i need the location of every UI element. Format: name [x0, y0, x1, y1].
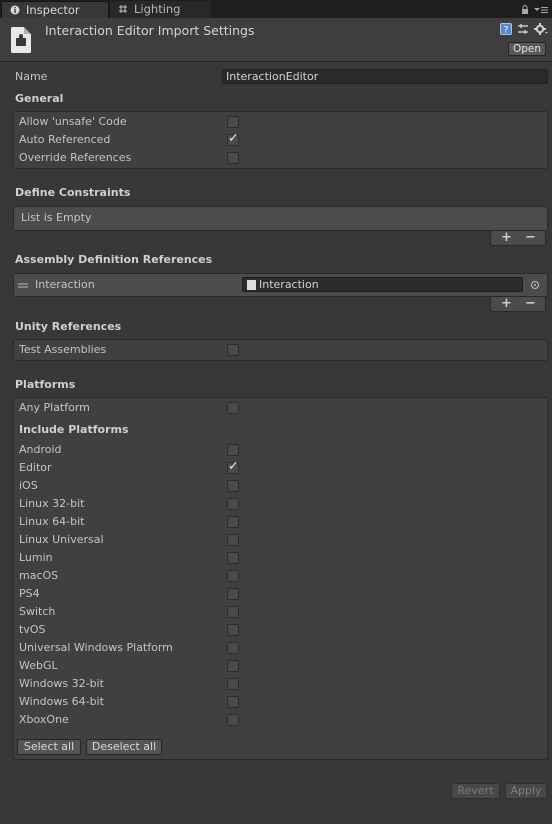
page-title: Interaction Editor Import Settings — [45, 23, 255, 38]
tab-inspector-label: Inspector — [26, 3, 80, 17]
platform-label-android: Android — [19, 443, 62, 456]
platform-label-ps4: PS4 — [19, 587, 40, 600]
platform-checkbox-editor[interactable]: ✓ — [227, 459, 239, 474]
platform-checkbox-ios[interactable] — [227, 480, 239, 492]
preset-icon[interactable] — [517, 23, 529, 35]
list-empty-text: List is Empty — [21, 211, 92, 224]
remove-reference-button[interactable]: − — [525, 296, 536, 311]
deselect-all-button[interactable]: Deselect all — [86, 739, 162, 755]
tab-lighting[interactable]: Lighting — [110, 1, 210, 18]
menu-icon[interactable] — [534, 6, 548, 14]
platform-label-macos: macOS — [19, 569, 59, 582]
add-reference-button[interactable]: + — [501, 296, 512, 311]
apply-button[interactable]: Apply — [505, 783, 547, 799]
name-field[interactable]: InteractionEditor — [222, 69, 548, 84]
platform-label-linux-universal: Linux Universal — [19, 533, 104, 546]
platform-label-editor: Editor — [19, 461, 52, 474]
test-assemblies-label: Test Assemblies — [19, 343, 107, 356]
platform-checkbox-webgl[interactable] — [227, 660, 239, 672]
include-platforms-heading: Include Platforms — [19, 423, 129, 436]
platform-checkbox-lumin[interactable] — [227, 552, 239, 564]
any-platform-checkbox[interactable] — [227, 402, 239, 414]
define-constraints-list — [13, 206, 548, 231]
inspector-header: Interaction Editor Import Settings ? Ope… — [0, 18, 552, 62]
any-platform-label: Any Platform — [19, 401, 90, 414]
tab-inspector[interactable]: Inspector — [1, 1, 109, 18]
platform-checkbox-windows64[interactable] — [227, 696, 239, 708]
check-icon: ✓ — [228, 459, 239, 474]
platform-checkbox-ps4[interactable] — [227, 588, 239, 600]
platform-checkbox-uwp[interactable] — [227, 642, 239, 654]
assembly-definition-icon — [11, 27, 31, 53]
platform-checkbox-android[interactable] — [227, 444, 239, 456]
gear-icon[interactable] — [534, 23, 548, 35]
assembly-ref-field[interactable]: Interaction — [242, 277, 523, 292]
platform-label-windows32: Windows 32-bit — [19, 677, 104, 690]
platform-label-lumin: Lumin — [19, 551, 53, 564]
platform-checkbox-xboxone[interactable] — [227, 714, 239, 726]
tab-strip: Inspector Lighting — [0, 0, 552, 18]
info-icon — [10, 5, 20, 15]
define-constraints-footer: + − — [490, 230, 546, 246]
platform-label-switch: Switch — [19, 605, 56, 618]
select-all-button[interactable]: Select all — [17, 739, 81, 755]
platform-checkbox-linux32[interactable] — [227, 498, 239, 510]
object-picker-icon[interactable] — [531, 281, 539, 289]
override-references-checkbox[interactable] — [227, 152, 239, 164]
platform-checkbox-tvos[interactable] — [227, 624, 239, 636]
platform-checkbox-macos[interactable] — [227, 570, 239, 582]
open-button[interactable]: Open — [508, 42, 546, 56]
platform-label-linux32: Linux 32-bit — [19, 497, 85, 510]
name-label: Name — [15, 70, 48, 83]
platform-label-uwp: Universal Windows Platform — [19, 641, 173, 654]
platform-label-ios: iOS — [19, 479, 38, 492]
auto-referenced-label: Auto Referenced — [19, 133, 111, 146]
platform-label-windows64: Windows 64-bit — [19, 695, 104, 708]
platform-checkbox-windows32[interactable] — [227, 678, 239, 690]
platform-checkbox-linux-universal[interactable] — [227, 534, 239, 546]
remove-constraint-button[interactable]: − — [525, 230, 536, 245]
tab-lighting-label: Lighting — [134, 2, 181, 16]
override-references-label: Override References — [19, 151, 132, 164]
platforms-heading: Platforms — [15, 378, 76, 391]
drag-handle-icon[interactable] — [18, 283, 28, 288]
platform-checkbox-linux64[interactable] — [227, 516, 239, 528]
add-constraint-button[interactable]: + — [501, 230, 512, 245]
allow-unsafe-label: Allow 'unsafe' Code — [19, 115, 127, 128]
asset-file-icon — [247, 280, 256, 290]
platform-label-webgl: WebGL — [19, 659, 58, 672]
assembly-ref-label: Interaction — [35, 278, 95, 291]
assembly-ref-value: Interaction — [259, 278, 319, 291]
platform-label-xboxone: XboxOne — [19, 713, 69, 726]
assembly-refs-footer: + − — [490, 296, 546, 312]
help-icon[interactable]: ? — [500, 23, 512, 35]
platform-label-tvos: tvOS — [19, 623, 46, 636]
unity-refs-heading: Unity References — [15, 320, 122, 333]
lighting-icon — [119, 5, 127, 13]
allow-unsafe-checkbox[interactable] — [227, 116, 239, 128]
define-constraints-heading: Define Constraints — [15, 186, 131, 199]
auto-referenced-checkbox[interactable]: ✓ — [227, 131, 239, 146]
lock-icon[interactable] — [520, 5, 530, 15]
platform-checkbox-switch[interactable] — [227, 606, 239, 618]
revert-button[interactable]: Revert — [451, 783, 500, 799]
platform-label-linux64: Linux 64-bit — [19, 515, 85, 528]
svg-text:?: ? — [504, 26, 509, 36]
assembly-refs-heading: Assembly Definition References — [15, 253, 213, 266]
check-icon: ✓ — [228, 131, 239, 146]
test-assemblies-checkbox[interactable] — [227, 344, 239, 356]
general-heading: General — [15, 92, 64, 105]
